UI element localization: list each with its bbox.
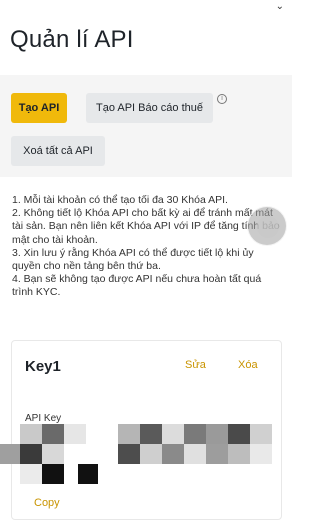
redaction-block	[140, 424, 162, 444]
info-icon[interactable]: i	[217, 94, 227, 104]
floating-scroll-handle[interactable]	[247, 206, 287, 246]
redaction-block	[96, 424, 118, 444]
delete-all-api-button[interactable]: Xoá tất cả API	[11, 136, 105, 166]
redaction-block	[20, 424, 42, 444]
redaction-block	[250, 424, 272, 444]
redaction-block	[184, 444, 206, 464]
chevron-down-icon: ⌄	[275, 1, 284, 12]
redaction-block	[42, 464, 64, 484]
scroll-handle-knob[interactable]	[257, 216, 279, 238]
redaction-block	[140, 444, 162, 464]
note-item: 4. Bạn sẽ không tạo được API nếu chưa ho…	[12, 273, 262, 299]
redaction-block	[0, 444, 20, 464]
redaction-block	[118, 424, 140, 444]
redaction-block	[162, 444, 184, 464]
redaction-block	[228, 444, 250, 464]
redaction-block	[228, 424, 250, 444]
api-key-name: Key1	[25, 358, 61, 375]
create-tax-report-api-button[interactable]: Tạo API Báo cáo thuế	[86, 93, 213, 123]
redaction-block	[206, 444, 228, 464]
page-title: Quản lí API	[10, 26, 134, 53]
redaction-block	[20, 444, 42, 464]
redaction-block	[64, 424, 86, 444]
edit-key-link[interactable]: Sửa	[185, 359, 206, 371]
redaction-block	[162, 424, 184, 444]
status-bar: ⌄	[0, 0, 292, 14]
note-item: 2. Không tiết lộ Khóa API cho bất kỳ ai …	[12, 207, 280, 246]
redaction-block	[78, 464, 98, 484]
redaction-block	[250, 444, 272, 464]
redaction-block	[20, 464, 42, 484]
note-item: 1. Mỗi tài khoản có thể tạo tối đa 30 Kh…	[12, 194, 228, 206]
redaction-block	[118, 444, 140, 464]
note-item: 3. Xin lưu ý rằng Khóa API có thể được t…	[12, 246, 254, 273]
redaction-block	[42, 424, 64, 444]
copy-key-link[interactable]: Copy	[34, 497, 60, 509]
redaction-block	[184, 424, 206, 444]
redaction-block	[206, 424, 228, 444]
api-key-label: API Key	[25, 413, 62, 424]
api-notes: 1. Mỗi tài khoản có thể tạo tối đa 30 Kh…	[12, 194, 284, 300]
redaction-block	[42, 444, 64, 464]
delete-key-link[interactable]: Xóa	[238, 359, 258, 371]
redacted-api-key	[0, 424, 292, 492]
create-api-button[interactable]: Tạo API	[11, 93, 67, 123]
